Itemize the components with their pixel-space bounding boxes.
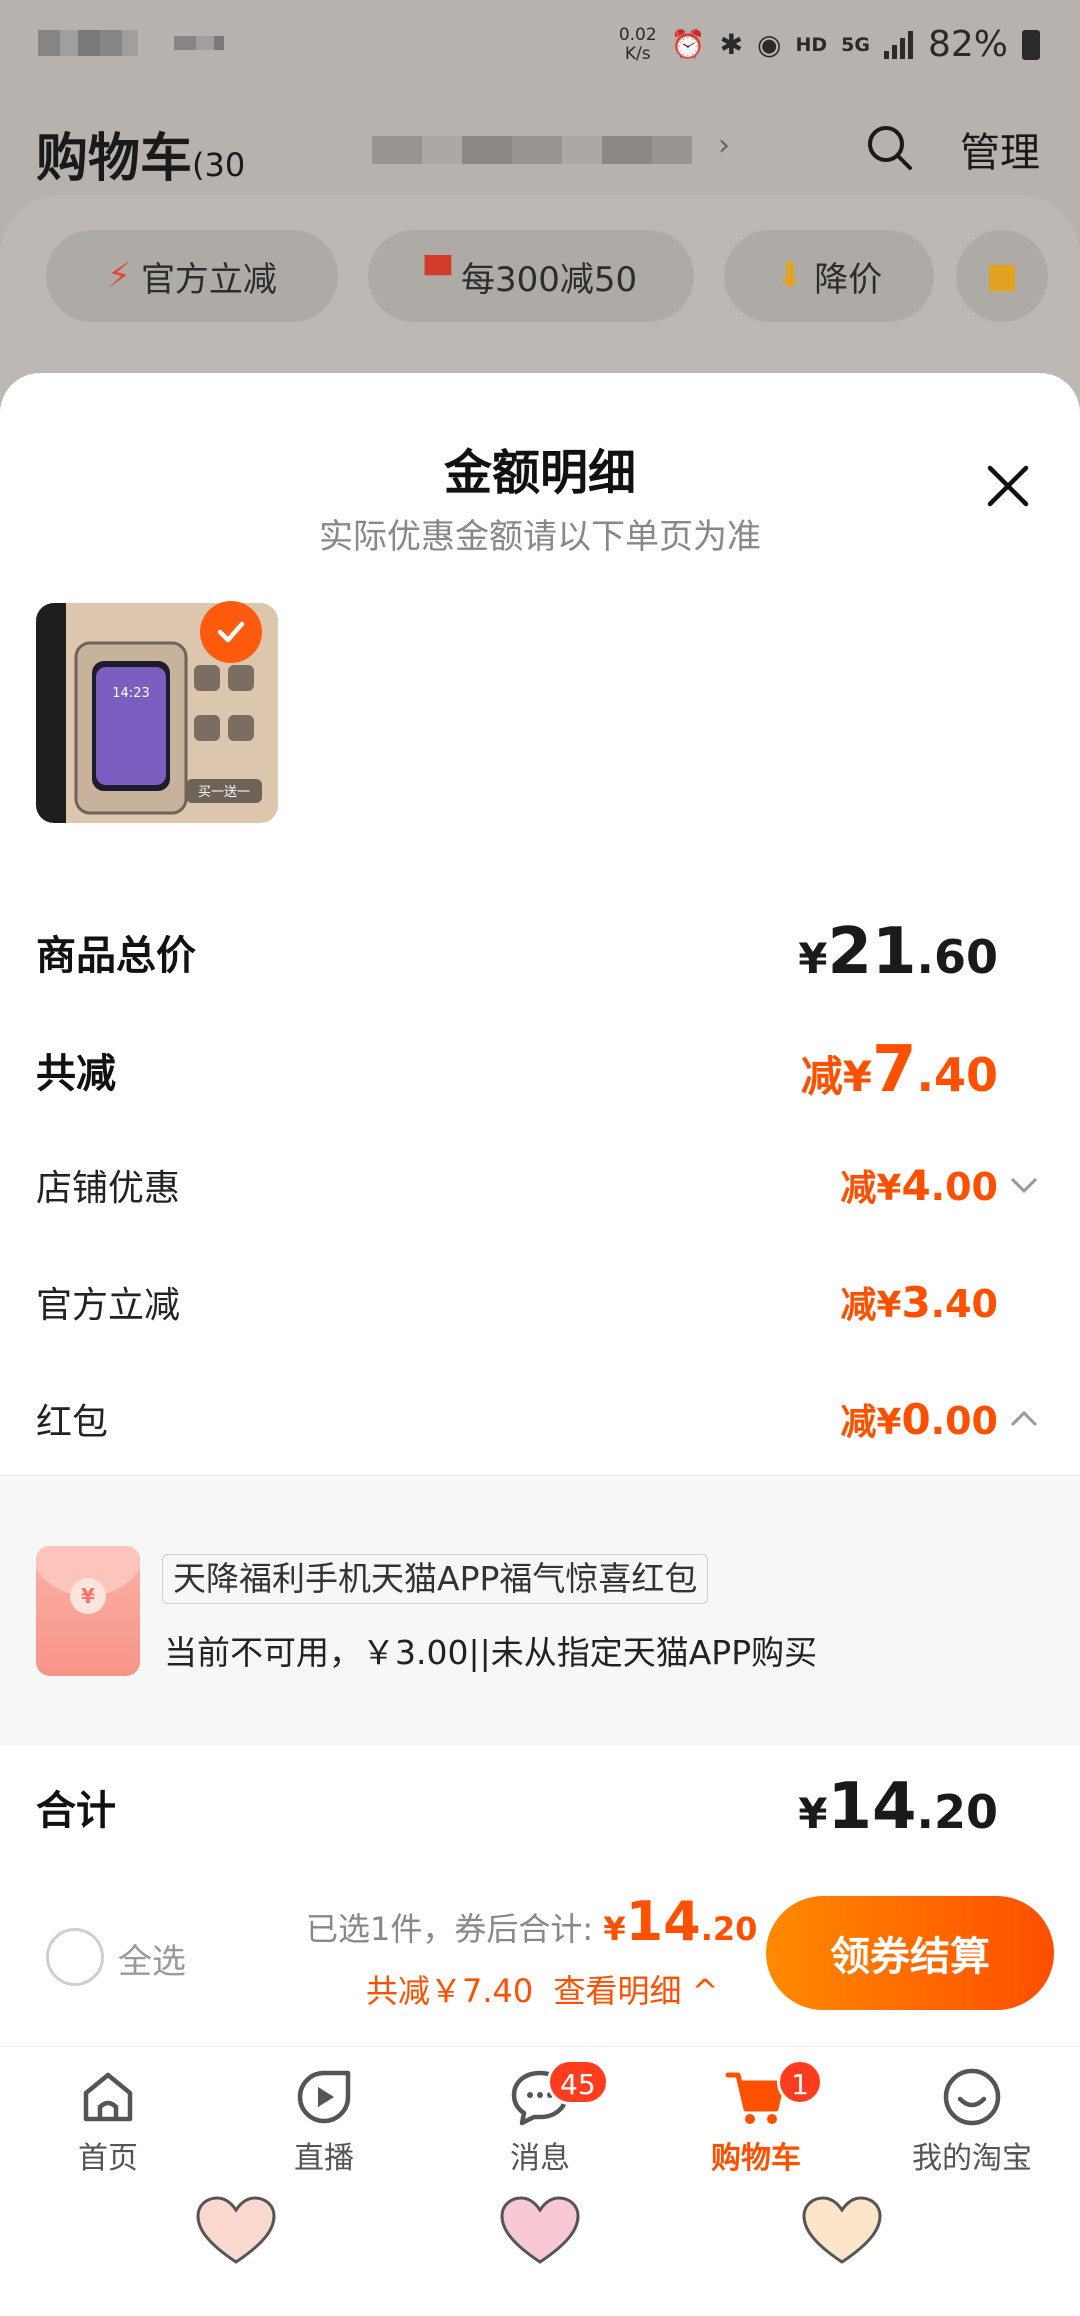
status-icons: 0.02 K/s ⏰ ✱ ◉ HD 5G 82% bbox=[619, 24, 1040, 65]
red-packet-list: ¥ 天降福利手机天猫APP福气惊喜红包 当前不可用，￥3.00||未从指定天猫A… bbox=[0, 1475, 1080, 1745]
checkout-summary: 已选1件，券后合计: ¥14.20 bbox=[306, 1890, 758, 1953]
row-shop-discount[interactable]: 店铺优惠 减¥4.00 bbox=[36, 1150, 1038, 1220]
svg-text:14:23: 14:23 bbox=[112, 686, 149, 701]
total-discount-value: 减¥7.40 bbox=[800, 1033, 998, 1107]
page-title: 购物车(30 bbox=[36, 129, 246, 189]
chevron-up-icon[interactable] bbox=[1008, 1403, 1040, 1435]
red-packet-desc: 当前不可用，￥3.00||未从指定天猫APP购买 bbox=[164, 1633, 818, 1672]
total-price-value: ¥21.60 bbox=[798, 915, 998, 989]
heart-icon bbox=[802, 2196, 882, 2264]
row-red-packet[interactable]: 红包 减¥0.00 bbox=[36, 1384, 1038, 1454]
row-subtotal: 合计 ¥14.20 bbox=[36, 1770, 998, 1844]
row-official-discount: 官方立减 减¥3.40 bbox=[36, 1278, 998, 1327]
chevron-down-icon[interactable] bbox=[1008, 1169, 1040, 1201]
sheet-title: 金额明细 bbox=[443, 445, 636, 501]
heart-icon bbox=[500, 2196, 580, 2264]
cart-count: (30 bbox=[192, 146, 246, 184]
red-packet-name: 天降福利手机天猫APP福气惊喜红包 bbox=[162, 1554, 709, 1604]
message-badge: 45 bbox=[547, 2059, 609, 2105]
live-icon bbox=[297, 2070, 351, 2124]
tab-messages[interactable]: 消息 45 bbox=[465, 2059, 615, 2189]
network-label: 5G bbox=[841, 33, 870, 56]
alarm-icon: ⏰ bbox=[670, 28, 706, 61]
price-drop-icon: ⬇ bbox=[775, 256, 805, 296]
folder-icon: ■ bbox=[985, 256, 1019, 296]
lightning-icon: ⚡ bbox=[107, 256, 131, 296]
bottom-tab-bar: 首页 直播 消息 45 购物车 1 我的淘宝 bbox=[0, 2046, 1080, 2196]
chevron-right-icon[interactable]: › bbox=[718, 128, 730, 163]
official-discount-value: 减¥3.40 bbox=[840, 1278, 998, 1327]
tab-live[interactable]: 直播 bbox=[249, 2059, 399, 2189]
view-detail-link[interactable]: 查看明细 bbox=[553, 1972, 681, 2010]
bluetooth-icon: ✱ bbox=[719, 28, 744, 61]
select-all-checkbox[interactable] bbox=[46, 1928, 104, 1986]
checkout-button[interactable]: 领券结算 bbox=[766, 1896, 1054, 2010]
sheet-subtitle: 实际优惠金额请以下单页为准 bbox=[319, 517, 761, 557]
chip-official-discount[interactable]: ⚡ 官方立减 bbox=[46, 230, 338, 322]
net-speed: 0.02 K/s bbox=[618, 24, 657, 64]
chip-every-300-off-50[interactable]: ▀ 每300减50 bbox=[368, 230, 694, 322]
select-all-label[interactable]: 全选 bbox=[118, 1934, 186, 1983]
shop-icon: ▀ bbox=[424, 256, 451, 296]
cart-header: 购物车(30 › 管理 bbox=[0, 110, 1080, 190]
battery-level: 82% bbox=[927, 24, 1008, 65]
blurred-notification bbox=[38, 30, 138, 56]
hotspot-icon: ◉ bbox=[757, 28, 782, 61]
checkout-total: ¥14.20 bbox=[603, 1890, 758, 1953]
checkout-bar: 全选 已选1件，券后合计: ¥14.20 共减￥7.40 查看明细 ^ 领券结算 bbox=[0, 1880, 1080, 2050]
blurred-address[interactable] bbox=[372, 136, 692, 164]
decorative-hearts bbox=[0, 2196, 1080, 2316]
status-bar: 0.02 K/s ⏰ ✱ ◉ HD 5G 82% bbox=[0, 0, 1080, 100]
manage-button[interactable]: 管理 bbox=[960, 120, 1040, 178]
row-total-discount: 共减 减¥7.40 bbox=[36, 1033, 998, 1107]
svg-text:买一送一: 买一送一 bbox=[198, 785, 250, 800]
checkout-discount[interactable]: 共减￥7.40 查看明细 ^ bbox=[366, 1966, 718, 2012]
cart-badge: 1 bbox=[777, 2059, 823, 2105]
shop-discount-value: 减¥4.00 bbox=[840, 1161, 998, 1210]
red-packet-icon: ¥ bbox=[36, 1546, 140, 1676]
search-icon[interactable] bbox=[862, 120, 918, 176]
blurred-notification bbox=[174, 36, 224, 50]
home-icon bbox=[83, 2072, 133, 2122]
chevron-up-icon: ^ bbox=[691, 1972, 719, 2010]
tab-cart[interactable]: 购物车 1 bbox=[681, 2059, 831, 2189]
profile-icon bbox=[943, 2068, 1001, 2126]
battery-icon bbox=[1022, 29, 1040, 60]
chip-folder[interactable]: ■ bbox=[956, 230, 1048, 322]
close-icon[interactable] bbox=[980, 458, 1036, 514]
chip-price-drop[interactable]: ⬇ 降价 bbox=[724, 230, 934, 322]
tab-home[interactable]: 首页 bbox=[33, 2059, 183, 2189]
tab-my-taobao[interactable]: 我的淘宝 bbox=[897, 2059, 1047, 2189]
red-packet-value: 减¥0.00 bbox=[840, 1395, 998, 1444]
status-notifications bbox=[38, 30, 224, 56]
heart-icon bbox=[196, 2196, 276, 2264]
row-total-price: 商品总价 ¥21.60 bbox=[36, 915, 998, 989]
subtotal-value: ¥14.20 bbox=[798, 1770, 998, 1844]
hd-label: HD bbox=[795, 33, 828, 56]
signal-icon bbox=[883, 30, 913, 59]
